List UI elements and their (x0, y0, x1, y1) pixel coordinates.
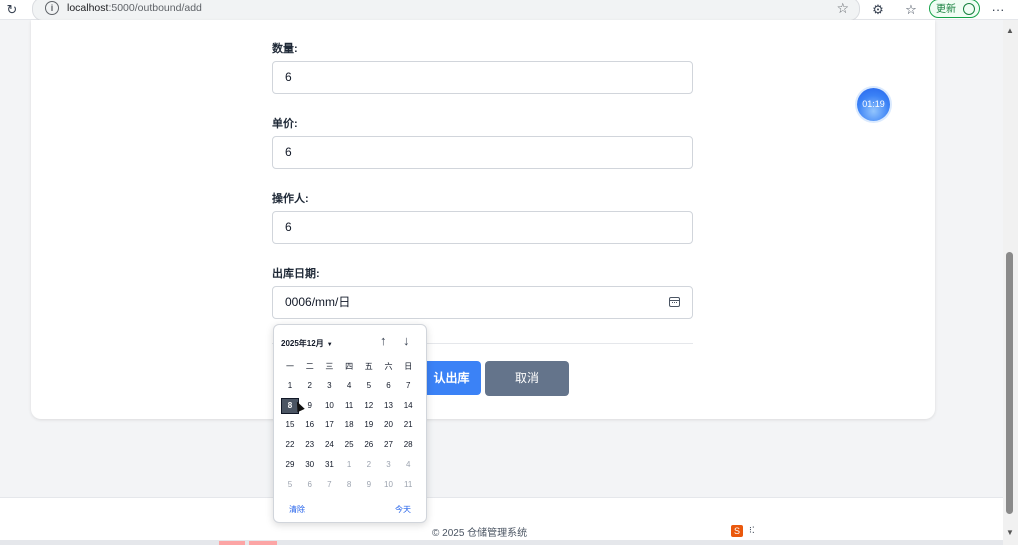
calendar-day[interactable]: 17 (320, 417, 338, 433)
unit-price-label: 单价: (272, 118, 298, 130)
taskbar (0, 540, 1003, 545)
timer-badge[interactable]: 01:19 (857, 88, 890, 121)
calendar-day[interactable]: 7 (399, 378, 417, 394)
calendar-day[interactable]: 16 (301, 417, 319, 433)
calendar-day[interactable]: 24 (320, 437, 338, 453)
calendar-day[interactable]: 4 (340, 378, 358, 394)
calendar-day[interactable]: 8 (340, 477, 358, 493)
extensions-icon[interactable]: ⚙ (869, 1, 887, 18)
more-menu-icon[interactable]: ··· (989, 1, 1007, 18)
calendar-day[interactable]: 6 (301, 477, 319, 493)
outbound-date-input[interactable]: 0006/mm/日 (272, 286, 693, 319)
next-month-arrow-icon[interactable]: ↓ (403, 333, 410, 348)
weekday-header: 四 (345, 362, 354, 371)
calendar-day[interactable]: 29 (281, 457, 299, 473)
scrollbar[interactable]: ▲ ▼ (1003, 20, 1018, 545)
today-button[interactable]: 今天 (395, 504, 411, 515)
calendar-day[interactable]: 13 (380, 398, 398, 414)
url-text: localhost:5000/outbound/add (67, 2, 202, 14)
clear-date-button[interactable]: 清除 (289, 504, 305, 515)
outbound-date-label: 出库日期: (272, 268, 320, 280)
quantity-label: 数量: (272, 43, 298, 55)
page-content: 数量: 6 单价: 6 操作人: 6 出库日期: 0006/mm/日 认出库 取… (0, 20, 1003, 545)
calendar-day[interactable]: 1 (340, 457, 358, 473)
calendar-day[interactable]: 10 (380, 477, 398, 493)
unit-price-input[interactable]: 6 (272, 136, 693, 169)
calendar-day[interactable]: 22 (281, 437, 299, 453)
weekday-header: 五 (364, 362, 373, 371)
calendar-day[interactable]: 26 (360, 437, 378, 453)
calendar-day[interactable]: 27 (380, 437, 398, 453)
bookmark-star-icon[interactable]: ☆ (836, 0, 849, 17)
calendar-day[interactable]: 5 (281, 477, 299, 493)
scrollbar-thumb[interactable] (1006, 252, 1013, 514)
operator-label: 操作人: (272, 193, 309, 205)
ime-mode-icon[interactable]: ⁝⁚ (749, 525, 755, 536)
date-value: 0006/mm/日 (285, 295, 351, 309)
weekday-header: 日 (404, 362, 413, 371)
calendar-day[interactable]: 3 (380, 457, 398, 473)
date-picker-popup: 2025年12月 ▼ ↑ ↓ 一二三四五六日 1 2 3 4 5 6 7 8 9 10 11 12 13 14… (273, 324, 427, 523)
operator-input[interactable]: 6 (272, 211, 693, 244)
scroll-up-icon[interactable]: ▲ (1006, 26, 1014, 35)
calendar-day[interactable]: 11 (340, 398, 358, 414)
calendar-day[interactable]: 23 (301, 437, 319, 453)
weekday-header: 三 (325, 362, 334, 371)
calendar-day[interactable]: 11 (399, 477, 417, 493)
calendar-day[interactable]: 19 (360, 417, 378, 433)
previous-month-arrow-icon[interactable]: ↑ (380, 333, 387, 348)
calendar-icon[interactable] (669, 297, 680, 307)
calendar-day[interactable]: 12 (360, 398, 378, 414)
quantity-input[interactable]: 6 (272, 61, 693, 94)
calendar-day[interactable]: 28 (399, 437, 417, 453)
calendar-day[interactable]: 2 (360, 457, 378, 473)
calendar-day[interactable]: 31 (320, 457, 338, 473)
footer-copyright: © 2025 仓储管理系统 (432, 528, 528, 539)
site-info-icon[interactable]: i (45, 1, 59, 15)
calendar-day[interactable]: 3 (320, 378, 338, 394)
caret-down-icon: ▼ (326, 342, 333, 348)
weekday-header: 六 (384, 362, 393, 371)
weekday-header: 一 (286, 362, 294, 371)
update-button[interactable]: 更新 (929, 0, 980, 18)
reload-icon[interactable]: ↻ (3, 1, 21, 18)
calendar-day[interactable]: 5 (360, 378, 378, 394)
calendar-day[interactable]: 18 (340, 417, 358, 433)
month-selector[interactable]: 2025年12月 ▼ (281, 338, 333, 349)
calendar-day[interactable]: 9 (360, 477, 378, 493)
profile-icon (963, 3, 975, 15)
calendar-day[interactable]: 10 (320, 398, 338, 414)
calendar-day[interactable]: 20 (380, 417, 398, 433)
calendar-day[interactable]: 4 (399, 457, 417, 473)
calendar-day[interactable]: 6 (380, 378, 398, 394)
address-bar[interactable]: i localhost:5000/outbound/add ☆ (32, 0, 860, 21)
ime-icon[interactable]: S (731, 525, 743, 537)
browser-toolbar: ↻ i localhost:5000/outbound/add ☆ ⚙ ☆ 更新… (0, 0, 1018, 21)
weekday-header: 二 (305, 362, 314, 371)
calendar-day[interactable]: 25 (340, 437, 358, 453)
scroll-down-icon[interactable]: ▼ (1006, 528, 1014, 537)
calendar-day[interactable]: 14 (399, 398, 417, 414)
calendar-day[interactable]: 30 (301, 457, 319, 473)
calendar-day[interactable]: 15 (281, 417, 299, 433)
calendar-day[interactable]: 21 (399, 417, 417, 433)
calendar-day[interactable]: 2 (301, 378, 319, 394)
cancel-button[interactable]: 取消 (485, 361, 569, 396)
calendar-day[interactable]: 1 (281, 378, 299, 394)
calendar-day[interactable]: 7 (320, 477, 338, 493)
favorites-icon[interactable]: ☆ (902, 1, 920, 18)
